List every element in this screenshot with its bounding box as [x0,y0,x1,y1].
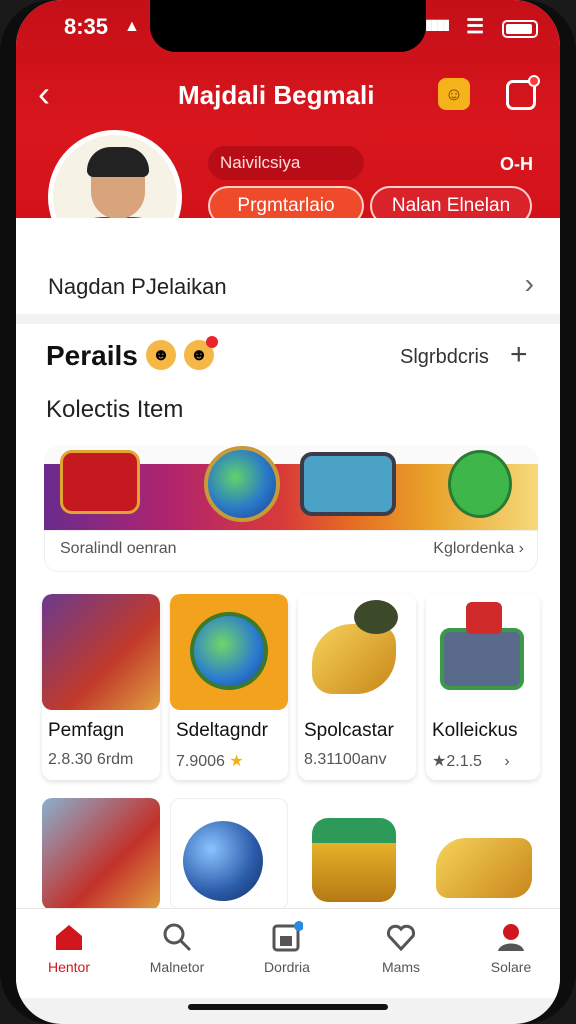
home-indicator[interactable] [188,1004,388,1010]
item-value: 8.31100anv [304,751,387,768]
profile-name-row[interactable]: Nagdan PJelaikan › [16,218,560,314]
turtle-icon [448,450,512,518]
profile-name: Nagdan PJelaikan [48,274,227,299]
banner-right-label[interactable]: Kglordenka › [433,540,524,558]
app-screen: 8:35 ▲ ▮▮▮▮ ☰ ‹ Majdali Begmali ☺ Naivil… [16,0,560,1024]
notification-dot [528,75,540,87]
smiley-icon: ☻ [146,340,176,370]
bottom-nav: Hentor Malnetor Dordria Mams Solare [16,908,560,998]
item-card[interactable] [426,798,544,910]
signal-icon: ▮▮▮▮ [425,16,450,32]
status-time: 8:35 [64,14,109,39]
item-card[interactable]: Pemfagn 2.8.30 6rdm [42,594,160,780]
item-name: Spolcastar [304,720,394,741]
profile-icon [495,921,527,953]
star-icon: ★ [432,753,447,770]
camera-notch [150,0,426,52]
location-icon: ▲ [124,18,140,35]
item-name: Sdeltagndr [176,720,268,741]
nav-profile[interactable]: Solare [466,921,556,975]
item-card[interactable] [298,798,416,910]
save-icon [271,921,304,953]
globe-icon [204,446,280,522]
orb-icon [170,594,288,710]
subtitle-pill: Naivilcsiya [208,146,364,180]
banner-left-label: Soralindl oenran [60,540,177,557]
phone-frame: 8:35 ▲ ▮▮▮▮ ☰ ‹ Majdali Begmali ☺ Naivil… [0,0,576,1024]
pot-icon [312,818,396,902]
treasure-box-icon [60,450,140,514]
item-card[interactable]: Spolcastar 8.31100anv [298,594,416,780]
section-title: Perails [46,340,138,371]
item-value: 2.8.30 6rdm [48,751,134,768]
wifi-icon: ☰ [466,16,484,38]
sphere-icon [183,821,263,901]
robot-box-icon [426,594,540,710]
search-icon [161,921,193,953]
header-right-label[interactable]: O-H [500,154,533,175]
collection-banner[interactable]: Soralindl oenran Kglordenka › [44,446,538,572]
golden-horn-icon [298,594,416,710]
item-card[interactable]: Kolleickus ★2.1.5 › [426,594,540,780]
chevron-right-icon: › [504,753,510,770]
section-action[interactable]: Slgrbdcris [400,346,489,369]
nav-home[interactable]: Hentor [24,921,114,975]
item-name: Kolleickus [432,720,518,741]
golden-boot-icon [436,838,532,898]
item-value: 7.9006 ★ [176,753,244,770]
nav-save[interactable]: Dordria [242,921,332,975]
item-value: ★2.1.5 › [432,753,510,770]
smiley-badge-icon: ☻ [184,336,218,370]
coin-icon: ★ [229,753,244,770]
nav-search[interactable]: Malnetor [132,921,222,975]
item-name: Pemfagn [48,720,125,741]
item-card[interactable] [42,798,160,910]
emoji-icon[interactable]: ☺ [438,78,470,110]
warrior-icon [42,594,160,710]
battery-icon [502,20,538,38]
chevron-right-icon: › [524,268,534,299]
back-icon[interactable]: ‹ [38,76,50,112]
nav-favorites[interactable]: Mams [356,921,446,975]
item-card[interactable] [170,798,288,910]
section-subtitle: Kolectis Item [46,396,184,423]
home-icon [53,921,85,953]
chest-icon [300,452,396,516]
page-title: Majdali Begmali [178,80,375,110]
heart-icon [385,921,417,953]
edit-icon[interactable] [506,75,540,110]
item-card[interactable]: Sdeltagndr 7.9006 ★ [170,594,288,780]
add-icon[interactable]: + [510,338,528,372]
